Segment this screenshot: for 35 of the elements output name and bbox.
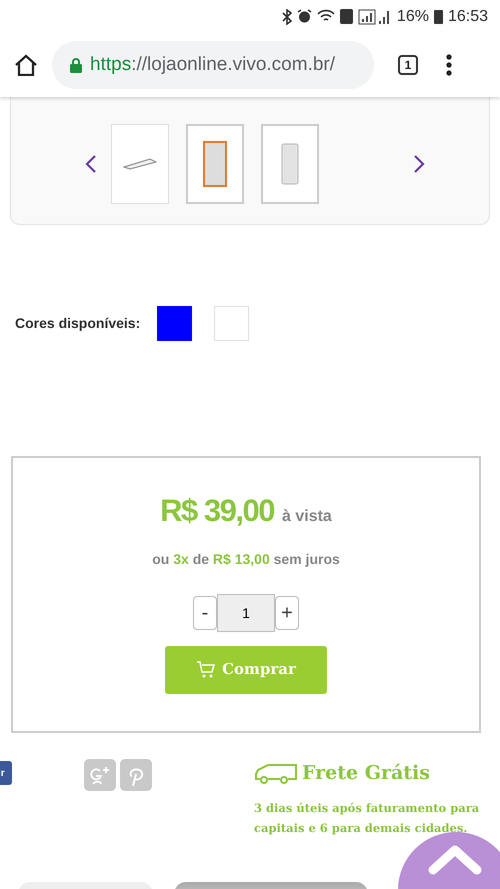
color-swatch[interactable] (157, 306, 192, 340)
price-suffix: à vista (282, 507, 332, 527)
quantity-field[interactable]: 1 (217, 594, 275, 632)
installment-text: ou 3x de R$ 13,00 sem juros (152, 550, 340, 569)
battery-icon (434, 9, 443, 24)
colors-label: Cores disponíveis: (15, 314, 140, 333)
product-photo (123, 158, 157, 170)
pinterest-icon[interactable] (120, 759, 152, 791)
tab-count[interactable]: 1 (398, 55, 418, 75)
product-thumbnail[interactable] (186, 124, 244, 204)
url-text: https://lojaonline.vivo.com.br/ (90, 52, 336, 77)
clock-time: 16:53 (448, 6, 488, 26)
battery-percent: 16% (396, 6, 429, 26)
decrease-button[interactable]: - (193, 596, 217, 630)
home-icon[interactable] (14, 54, 38, 76)
lock-icon (70, 57, 82, 73)
bluetooth-icon (282, 8, 292, 24)
increase-button[interactable]: + (275, 596, 299, 630)
product-thumbnail[interactable] (111, 124, 169, 204)
cart-icon (196, 661, 216, 678)
truck-icon (254, 761, 298, 786)
product-photo (281, 142, 299, 184)
google-plus-icon[interactable] (84, 759, 116, 791)
address-bar[interactable]: https://lojaonline.vivo.com.br/ (52, 41, 374, 89)
facebook-share-button[interactable]: ir (0, 761, 12, 785)
product-photo (203, 140, 227, 186)
price-amount: R$ 39,00 (160, 492, 274, 530)
menu-icon[interactable] (446, 54, 452, 76)
signal-icon (358, 8, 392, 24)
alarm-icon (296, 9, 312, 24)
shipping-title: Frete Grátis (302, 761, 430, 786)
sim-icon (340, 9, 353, 24)
chevron-up-icon (427, 844, 483, 876)
product-thumbnail[interactable] (261, 124, 319, 204)
shipping-note: 3 dias úteis após faturamento para capitais e 6 para demais cidades. (254, 800, 480, 838)
